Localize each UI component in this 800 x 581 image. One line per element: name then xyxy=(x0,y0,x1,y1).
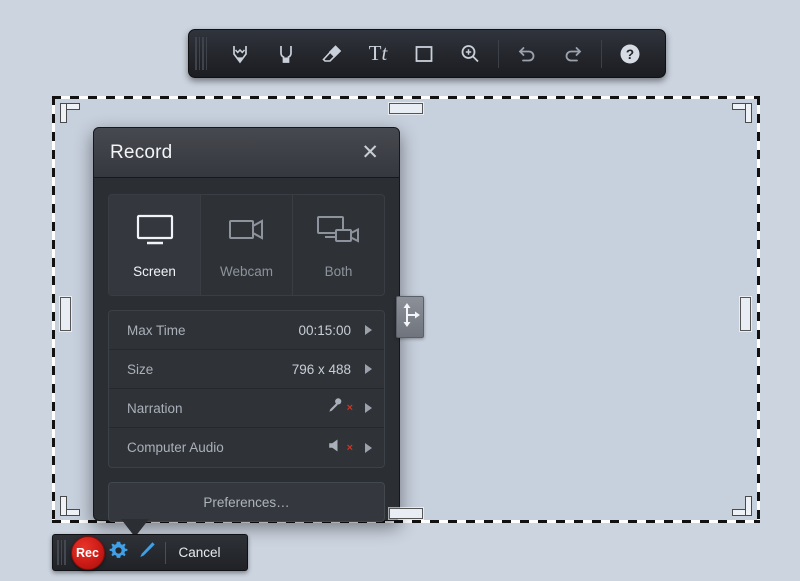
option-row-narration[interactable]: Narration × xyxy=(109,389,384,428)
computer-audio-status: × xyxy=(327,437,353,459)
mode-option-webcam[interactable]: Webcam xyxy=(201,195,293,295)
preferences-button[interactable]: Preferences… xyxy=(108,482,385,522)
pencil-tool-button[interactable] xyxy=(217,34,263,74)
selection-handle-top-center[interactable] xyxy=(389,103,423,114)
chevron-right-icon xyxy=(365,364,372,374)
resize-grabber[interactable] xyxy=(396,296,424,338)
redo-button[interactable] xyxy=(550,34,596,74)
narration-status: × xyxy=(327,397,353,419)
capture-mode-selector: Screen Webcam Both xyxy=(108,194,385,296)
rectangle-icon xyxy=(411,41,437,67)
chevron-right-icon xyxy=(365,325,372,335)
mute-mark-computer-audio: × xyxy=(346,441,353,454)
record-dialog-title: Record xyxy=(110,141,173,163)
redo-icon xyxy=(560,41,586,67)
mode-label-webcam: Webcam xyxy=(219,263,274,279)
recording-control-bar: Rec Cancel xyxy=(52,534,248,571)
rectangle-tool-button[interactable] xyxy=(401,34,447,74)
microphone-icon xyxy=(327,397,344,419)
record-button[interactable]: Rec xyxy=(70,535,105,570)
record-dialog: Record ✕ Screen Webcam Both Max Time 00:… xyxy=(93,127,400,537)
selection-handle-middle-left[interactable] xyxy=(60,297,71,331)
pencil-icon xyxy=(137,540,157,565)
gear-icon xyxy=(108,540,129,566)
option-label-size: Size xyxy=(127,361,154,377)
highlighter-icon xyxy=(273,41,299,67)
draw-button[interactable] xyxy=(133,538,161,568)
toolbar-drag-grip[interactable] xyxy=(195,37,211,70)
selection-handle-bottom-left[interactable] xyxy=(60,494,82,516)
toolbar-divider-1 xyxy=(498,39,499,68)
chevron-right-icon xyxy=(365,403,372,413)
zoom-tool-button[interactable] xyxy=(447,34,493,74)
toolbar-divider-2 xyxy=(601,39,602,68)
option-label-narration: Narration xyxy=(127,400,183,416)
settings-button[interactable] xyxy=(105,538,133,568)
control-bar-drag-grip[interactable] xyxy=(57,540,66,565)
monitor-icon xyxy=(132,212,178,255)
speaker-icon xyxy=(327,437,344,459)
option-label-computer-audio: Computer Audio xyxy=(127,440,224,455)
option-label-max-time: Max Time xyxy=(127,322,186,338)
mute-mark-narration: × xyxy=(346,402,353,414)
mode-label-screen: Screen xyxy=(133,263,176,279)
eraser-tool-button[interactable] xyxy=(309,34,355,74)
option-row-size[interactable]: Size 796 x 488 xyxy=(109,350,384,389)
eraser-icon xyxy=(319,41,345,67)
mode-option-both[interactable]: Both xyxy=(293,195,384,295)
selection-handle-bottom-right[interactable] xyxy=(730,494,752,516)
mode-option-screen[interactable]: Screen xyxy=(109,195,201,295)
record-dialog-body: Screen Webcam Both Max Time 00:15:00 Siz… xyxy=(94,178,399,536)
help-circle-icon: ? xyxy=(617,41,643,67)
chevron-right-icon xyxy=(365,442,372,453)
undo-button[interactable] xyxy=(504,34,550,74)
magnifier-plus-icon xyxy=(457,41,483,67)
highlighter-tool-button[interactable] xyxy=(263,34,309,74)
close-icon[interactable]: ✕ xyxy=(355,138,385,167)
camcorder-icon xyxy=(224,212,270,255)
selection-handle-top-right[interactable] xyxy=(730,103,752,125)
record-options-list: Max Time 00:15:00 Size 796 x 488 Narrati… xyxy=(108,310,385,468)
svg-text:?: ? xyxy=(626,47,634,62)
option-row-computer-audio[interactable]: Computer Audio × xyxy=(109,428,384,467)
cancel-button[interactable]: Cancel xyxy=(173,545,227,560)
selection-handle-top-left[interactable] xyxy=(60,103,82,125)
undo-icon xyxy=(514,41,540,67)
annotation-toolbar: Tt ? xyxy=(188,29,666,78)
move-resize-arrows-icon xyxy=(399,300,421,335)
monitor-camera-icon xyxy=(314,212,364,255)
option-value-max-time: 00:15:00 xyxy=(298,322,351,338)
pencil-icon xyxy=(227,41,253,67)
option-value-size: 796 x 488 xyxy=(291,361,351,377)
mode-label-both: Both xyxy=(324,263,353,279)
control-bar-divider xyxy=(164,541,166,564)
app-screen: Tt ? Record ✕ Screen Webcam Both Max Tim… xyxy=(0,0,800,581)
text-tool-button[interactable]: Tt xyxy=(355,34,401,74)
record-dialog-header: Record ✕ xyxy=(94,128,399,178)
selection-handle-bottom-center[interactable] xyxy=(389,508,423,519)
text-icon: Tt xyxy=(368,41,388,65)
selection-handle-middle-right[interactable] xyxy=(740,297,751,331)
help-button[interactable]: ? xyxy=(607,34,653,74)
option-row-max-time[interactable]: Max Time 00:15:00 xyxy=(109,311,384,350)
